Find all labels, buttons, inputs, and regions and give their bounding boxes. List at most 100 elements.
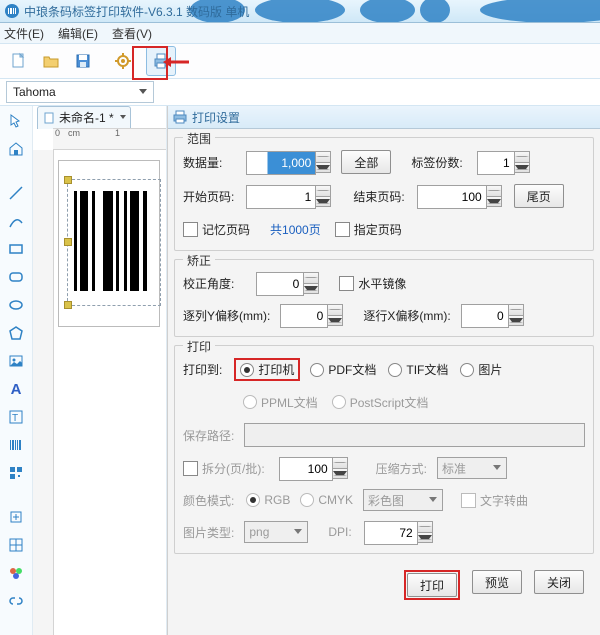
all-button[interactable]: 全部 [341, 150, 391, 174]
data-qty-input[interactable] [246, 151, 316, 175]
remember-page-checkbox[interactable] [183, 222, 198, 237]
printer-radio-label: 打印机 [258, 361, 294, 378]
dpi-input [364, 521, 418, 545]
pdf-radio[interactable] [310, 363, 324, 377]
printer-radio[interactable] [240, 363, 254, 377]
rgb-radio [246, 493, 260, 507]
new-doc-button[interactable] [4, 46, 34, 76]
text-tool[interactable]: A [5, 378, 27, 400]
qrcode-tool[interactable] [5, 462, 27, 484]
adjust-group: 矫正 校正角度: 水平镜像 逐列Y偏移(mm): [174, 259, 594, 337]
color-tool[interactable] [5, 562, 27, 584]
specify-page-checkbox[interactable] [335, 222, 350, 237]
dialog-titlebar: 打印设置 [168, 106, 600, 129]
text-outline-checkbox [461, 493, 476, 508]
link-tool[interactable] [5, 590, 27, 612]
document-tab-label: 未命名-1 * [59, 109, 114, 126]
split-input [279, 457, 333, 481]
font-family-combo[interactable]: Tahoma [6, 81, 154, 103]
menu-edit[interactable]: 编辑(E) [58, 25, 98, 42]
barcode-object[interactable] [74, 191, 154, 291]
rgb-radio-label: RGB [264, 493, 290, 507]
label-page[interactable] [58, 160, 160, 327]
document-tab[interactable]: 未命名-1 * [37, 106, 131, 129]
angle-label: 校正角度: [183, 275, 234, 292]
start-page-input[interactable] [246, 185, 316, 209]
split-checkbox[interactable] [183, 461, 198, 476]
total-pages-link[interactable]: 共1000页 [270, 221, 321, 238]
titlebar: 中琅条码标签打印软件-V6.3.1 数码版 单机 [0, 0, 600, 23]
image-tool[interactable] [5, 350, 27, 372]
print-settings-dialog: 打印设置 范围 数据量: 全部 标签份数: [167, 106, 600, 635]
mirror-checkbox[interactable] [339, 276, 354, 291]
save-button[interactable] [68, 46, 98, 76]
end-page-input[interactable] [417, 185, 487, 209]
open-button[interactable] [36, 46, 66, 76]
svg-text:T: T [12, 413, 18, 424]
range-legend: 范围 [183, 130, 215, 147]
arrow-annotation [163, 55, 191, 69]
pointer-tool[interactable] [5, 110, 27, 132]
close-button[interactable]: 关闭 [534, 570, 584, 594]
preview-button[interactable]: 预览 [472, 570, 522, 594]
polygon-tool[interactable] [5, 322, 27, 344]
angle-input[interactable] [256, 272, 304, 296]
rect-tool[interactable] [5, 238, 27, 260]
line-tool[interactable] [5, 182, 27, 204]
ruler-vertical [33, 150, 54, 635]
menu-view[interactable]: 查看(V) [112, 25, 152, 42]
menu-file[interactable]: 文件(E) [4, 25, 44, 42]
grid-tool[interactable] [5, 534, 27, 556]
pdf-radio-label: PDF文档 [328, 361, 376, 378]
ellipse-tool[interactable] [5, 294, 27, 316]
app-title: 中琅条码标签打印软件-V6.3.1 数码版 单机 [24, 3, 249, 20]
richtext-tool[interactable]: T [5, 406, 27, 428]
data-qty-label: 数据量: [183, 154, 222, 171]
ppml-radio[interactable] [243, 395, 257, 409]
dialog-print-button[interactable]: 打印 [407, 573, 457, 597]
roundrect-tool[interactable] [5, 266, 27, 288]
ppml-radio-label: PPML文档 [261, 394, 318, 411]
home-tool[interactable] [5, 138, 27, 160]
yoffset-input[interactable] [280, 304, 328, 328]
barcode-tool[interactable] [5, 434, 27, 456]
save-path-input [244, 423, 585, 447]
save-path-label: 保存路径: [183, 427, 234, 444]
doc-icon [44, 112, 56, 124]
split-spinner[interactable] [279, 457, 348, 479]
document-tabs: 未命名-1 * [33, 106, 166, 128]
tif-radio[interactable] [388, 363, 402, 377]
xoffset-spinner[interactable] [461, 304, 524, 326]
settings-button[interactable] [108, 46, 138, 76]
text-outline-label: 文字转曲 [480, 492, 528, 509]
toolbar [0, 44, 600, 79]
ps-radio[interactable] [332, 395, 346, 409]
data-qty-spinner[interactable] [246, 151, 331, 173]
format-toolbar: Tahoma [0, 79, 600, 106]
copies-spinner[interactable] [477, 151, 530, 173]
dpi-label: DPI: [328, 525, 351, 539]
yoffset-spinner[interactable] [280, 304, 343, 326]
xoffset-label: 逐行X偏移(mm): [363, 307, 450, 324]
printer-radio-highlight: 打印机 [234, 358, 300, 381]
start-page-label: 开始页码: [183, 188, 234, 205]
mirror-label: 水平镜像 [358, 275, 406, 292]
last-page-button[interactable]: 尾页 [514, 184, 564, 208]
insert-tool[interactable] [5, 506, 27, 528]
copies-input[interactable] [477, 151, 515, 175]
cmyk-radio-label: CMYK [318, 493, 353, 507]
print-group: 打印 打印到: 打印机 PDF文档 TIF文档 [174, 345, 594, 554]
menubar: 文件(E) 编辑(E) 查看(V) 绘图(V) 图形(V) 工具(T) 窗口(W… [0, 23, 600, 44]
end-page-spinner[interactable] [417, 185, 502, 207]
start-page-spinner[interactable] [246, 185, 331, 207]
curve-tool[interactable] [5, 210, 27, 232]
img-radio[interactable] [460, 363, 474, 377]
yoffset-label: 逐列Y偏移(mm): [183, 307, 270, 324]
print-to-label: 打印到: [183, 361, 222, 378]
xoffset-input[interactable] [461, 304, 509, 328]
compress-combo: 标准 [437, 457, 507, 479]
print-legend: 打印 [183, 338, 215, 355]
angle-spinner[interactable] [256, 272, 319, 294]
dialog-title: 打印设置 [192, 109, 240, 126]
font-family-value: Tahoma [13, 85, 56, 99]
